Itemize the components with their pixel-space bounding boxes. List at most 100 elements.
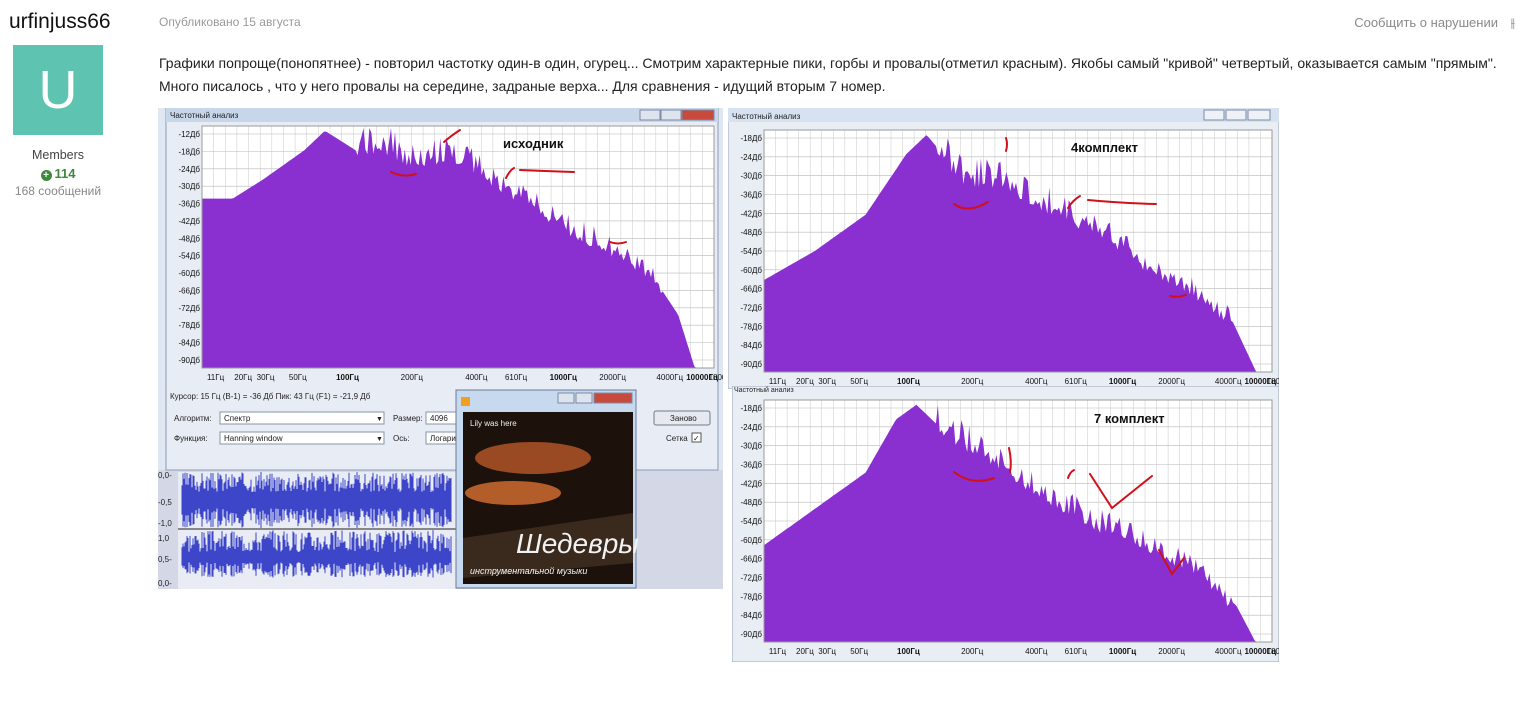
track-title: Lily was here — [470, 419, 517, 428]
db-tick-label: -24Дб — [740, 423, 762, 432]
db-tick-label: -30Дб — [740, 172, 762, 181]
hz-tick-label: 610Гц — [505, 373, 528, 382]
db-tick-label: -18Дб — [178, 147, 200, 156]
db-tick-label: -54Дб — [740, 517, 762, 526]
hz-tick-label: 18000Гц — [709, 373, 723, 382]
hz-tick-label: 30Гц — [818, 377, 836, 386]
db-tick-label: -84Дб — [740, 611, 762, 620]
wave-label: 0,0- — [158, 471, 172, 480]
author-group: Members — [31, 148, 85, 162]
cover-title: Шедевры — [516, 528, 639, 559]
size-value: 4096 — [430, 414, 448, 423]
db-tick-label: -54Дб — [178, 252, 200, 261]
minimize-button[interactable] — [1203, 109, 1225, 121]
hz-tick-label: 100Гц — [897, 377, 920, 386]
db-tick-label: -84Дб — [740, 341, 762, 350]
axis-value: Логари — [430, 434, 456, 443]
function-label: Функция: — [174, 434, 208, 443]
chevron-down-icon: ▼ — [376, 436, 383, 443]
minimize-button[interactable] — [639, 109, 661, 121]
redraw-label: Заново — [670, 414, 697, 423]
hz-tick-label: 1000Гц — [550, 373, 577, 382]
chart-label: 4комплект — [1071, 140, 1138, 155]
author-name[interactable]: urfinjuss66 — [9, 10, 111, 34]
close-button[interactable] — [1247, 109, 1271, 121]
db-tick-label: -42Дб — [740, 209, 762, 218]
db-tick-label: -78Дб — [740, 322, 762, 331]
hz-tick-label: 2000Гц — [1158, 647, 1185, 656]
post-count: 168 сообщений — [14, 184, 102, 198]
db-tick-label: -18Дб — [740, 404, 762, 413]
share-icon[interactable]: ⫲ — [1511, 15, 1515, 31]
hz-tick-label: 200Гц — [401, 373, 424, 382]
hz-tick-label: 610Гц — [1065, 377, 1088, 386]
post-date[interactable]: Опубликовано 15 августа — [159, 15, 301, 29]
close-button[interactable] — [681, 109, 715, 121]
screenshot-4-komplekt: Частотный анализ -18Дб -24Дб -30Дб -36Дб -42… — [728, 108, 1279, 389]
db-tick-label: -42Дб — [740, 479, 762, 488]
wave-label: 0,5- — [158, 555, 172, 564]
hz-tick-label: 100Гц — [897, 647, 920, 656]
player-icon — [461, 397, 470, 406]
hz-tick-label: 2000Гц — [599, 373, 626, 382]
hz-tick-label: 2000Гц — [1158, 377, 1185, 386]
db-tick-label: -30Дб — [178, 182, 200, 191]
post-line: Графики попроще(понопятнее) - повторил ч… — [159, 55, 1497, 71]
hz-tick-label: 400Гц — [465, 373, 488, 382]
avatar[interactable]: U — [13, 45, 103, 135]
hz-tick-label: 50Гц — [289, 373, 307, 382]
hz-tick-label: 400Гц — [1025, 647, 1048, 656]
window-title: Частотный анализ — [734, 386, 794, 394]
wave-label: 0,0- — [158, 579, 172, 588]
minimize-button[interactable] — [557, 392, 575, 404]
db-tick-label: -60Дб — [740, 536, 762, 545]
hz-tick-label: 50Гц — [850, 647, 868, 656]
db-tick-label: -72Дб — [178, 304, 200, 313]
hz-tick-label: 20Гц — [796, 647, 814, 656]
plus-icon: + — [40, 170, 52, 181]
report-link[interactable]: Сообщить о нарушении — [1354, 15, 1498, 30]
db-tick-label: -36Дб — [178, 200, 200, 209]
grid-label: Сетка — [666, 434, 688, 443]
hz-tick-label: 20Гц — [234, 373, 252, 382]
chart-label: исходник — [503, 136, 564, 151]
db-tick-label: -66Дб — [178, 286, 200, 295]
hz-tick-label: 30Гц — [257, 373, 275, 382]
post-body: Графики попроще(понопятнее) - повторил ч… — [159, 52, 1529, 98]
hz-tick-label: 11Гц — [769, 377, 787, 386]
wave-label: -1,0 — [158, 519, 172, 528]
hz-tick-label: 20Гц — [796, 377, 814, 386]
screenshot-original: Частотный анализ -12Дб -18Дб -24Дб -30Дб -36… — [158, 108, 723, 589]
cursor-readout: Курсор: 15 Гц (B-1) = -36 Дб Пик: 43 Гц … — [170, 392, 371, 401]
screenshot-7-komplekt: Частотный анализ -18Дб -24Дб -30Дб -36Дб -42… — [732, 386, 1279, 662]
maximize-button[interactable] — [660, 109, 682, 121]
cover-subtitle: инструментальной музыки — [470, 566, 587, 576]
hz-tick-label: 18000Гц — [1267, 377, 1279, 386]
wave-label: -0,5 — [158, 498, 172, 507]
db-tick-label: -90Дб — [178, 356, 200, 365]
close-button[interactable] — [593, 392, 633, 404]
db-tick-label: -42Дб — [178, 217, 200, 226]
db-tick-label: -78Дб — [178, 321, 200, 330]
size-label: Размер: — [393, 414, 423, 423]
hz-tick-label: 1000Гц — [1109, 647, 1136, 656]
algorithm-value: Спектр — [224, 414, 251, 423]
maximize-button[interactable] — [1225, 109, 1247, 121]
db-tick-label: -36Дб — [740, 191, 762, 200]
hz-tick-label: 100Гц — [336, 373, 359, 382]
hz-tick-label: 1000Гц — [1109, 377, 1136, 386]
db-tick-label: -48Дб — [740, 498, 762, 507]
db-tick-label: -60Дб — [740, 266, 762, 275]
reputation-count: 114 — [54, 166, 76, 181]
maximize-button[interactable] — [575, 392, 593, 404]
db-tick-label: -12Дб — [178, 130, 200, 139]
chevron-down-icon: ▼ — [376, 416, 383, 423]
db-tick-label: -66Дб — [740, 555, 762, 564]
hz-tick-label: 610Гц — [1065, 647, 1088, 656]
db-tick-label: -48Дб — [740, 228, 762, 237]
hz-tick-label: 4000Гц — [1215, 377, 1242, 386]
db-tick-label: -84Дб — [178, 339, 200, 348]
window-title: Частотный анализ — [732, 112, 801, 121]
hz-tick-label: 11Гц — [769, 647, 787, 656]
hz-tick-label: 400Гц — [1025, 377, 1048, 386]
